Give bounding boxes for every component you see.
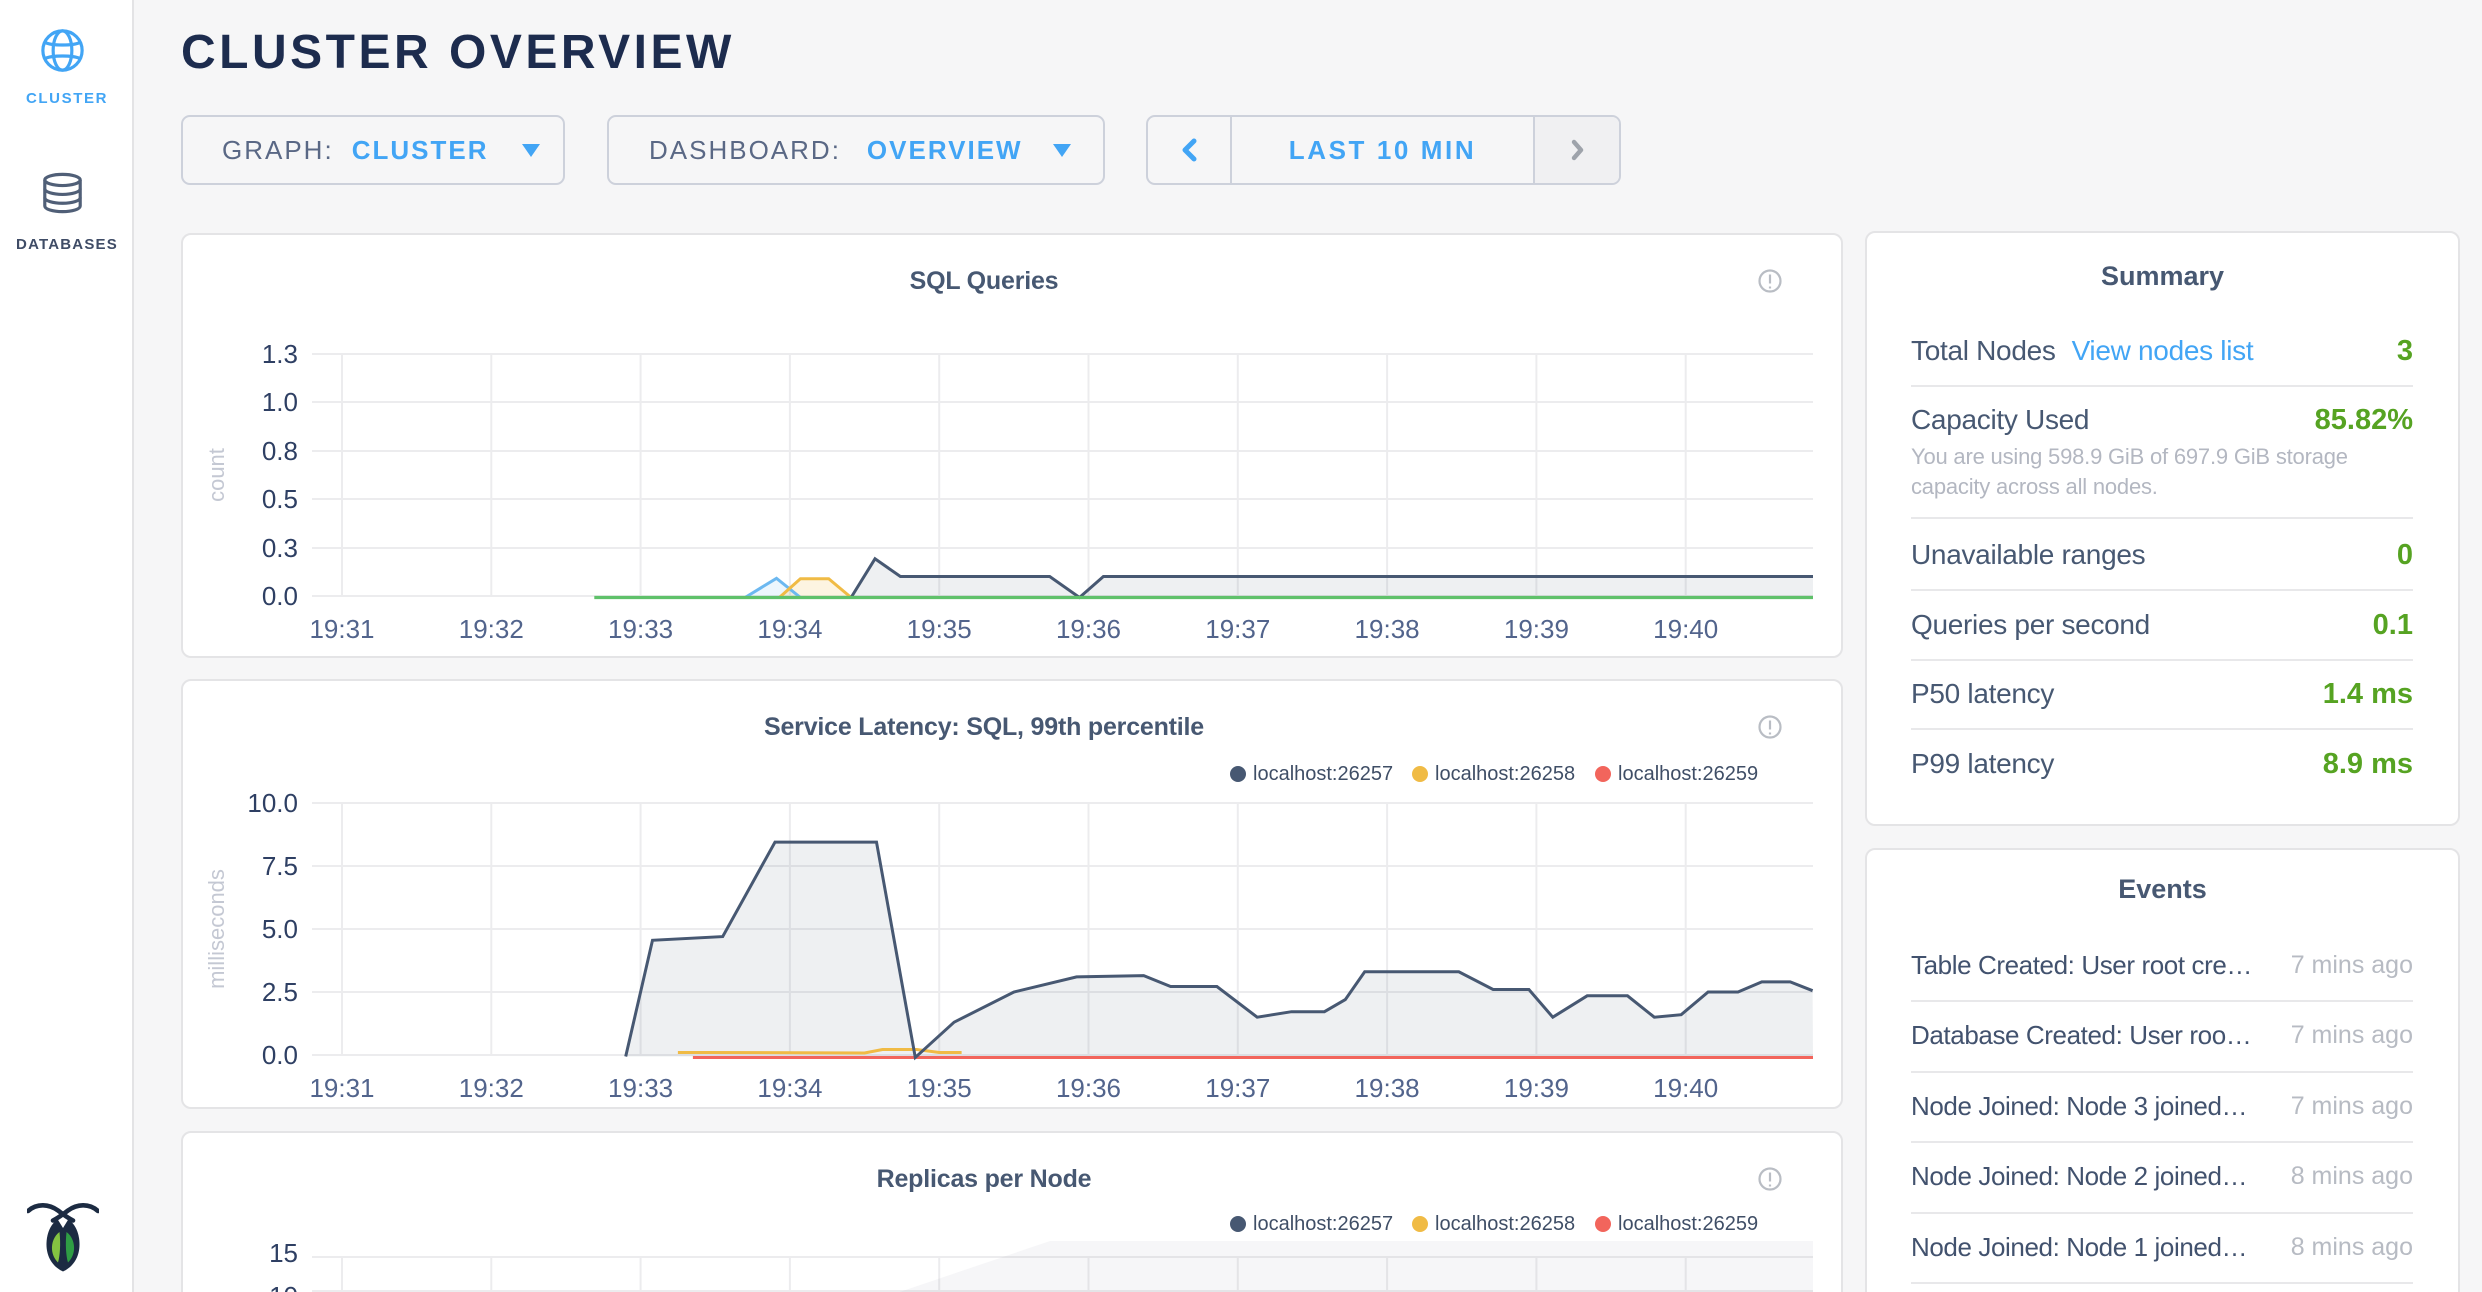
svg-text:0.5: 0.5 <box>262 484 298 514</box>
svg-text:5.0: 5.0 <box>262 914 298 944</box>
svg-text:19:40: 19:40 <box>1653 614 1718 644</box>
svg-text:19:39: 19:39 <box>1504 614 1569 644</box>
svg-text:1.3: 1.3 <box>262 339 298 369</box>
svg-text:localhost:26259: localhost:26259 <box>1618 763 1758 785</box>
svg-text:19:38: 19:38 <box>1355 1073 1420 1103</box>
svg-text:milliseconds: milliseconds <box>204 869 229 989</box>
svg-text:localhost:26257: localhost:26257 <box>1253 763 1393 785</box>
svg-text:0.0: 0.0 <box>262 581 298 611</box>
svg-text:19:39: 19:39 <box>1504 1073 1569 1103</box>
svg-text:15: 15 <box>269 1238 298 1268</box>
svg-text:19:33: 19:33 <box>608 1073 673 1103</box>
svg-text:0.3: 0.3 <box>262 533 298 563</box>
svg-text:19:37: 19:37 <box>1205 1073 1270 1103</box>
svg-text:2.5: 2.5 <box>262 977 298 1007</box>
svg-text:Service Latency: SQL, 99th per: Service Latency: SQL, 99th percentile <box>764 713 1204 741</box>
svg-text:0.0: 0.0 <box>262 1040 298 1070</box>
svg-text:10.0: 10.0 <box>247 788 298 818</box>
svg-text:19:33: 19:33 <box>608 614 673 644</box>
svg-text:localhost:26258: localhost:26258 <box>1435 763 1575 785</box>
svg-text:count: count <box>204 448 229 502</box>
svg-text:19:34: 19:34 <box>757 1073 822 1103</box>
svg-text:19:36: 19:36 <box>1056 1073 1121 1103</box>
svg-text:19:32: 19:32 <box>459 614 524 644</box>
svg-text:19:38: 19:38 <box>1355 614 1420 644</box>
svg-text:localhost:26257: localhost:26257 <box>1253 1213 1393 1235</box>
svg-text:19:32: 19:32 <box>459 1073 524 1103</box>
svg-text:localhost:26258: localhost:26258 <box>1435 1213 1575 1235</box>
svg-text:19:40: 19:40 <box>1653 1073 1718 1103</box>
svg-text:19:34: 19:34 <box>757 614 822 644</box>
svg-text:0.8: 0.8 <box>262 436 298 466</box>
svg-text:19:36: 19:36 <box>1056 614 1121 644</box>
svg-text:10: 10 <box>269 1281 298 1292</box>
svg-text:1.0: 1.0 <box>262 387 298 417</box>
svg-text:19:35: 19:35 <box>907 614 972 644</box>
svg-text:19:37: 19:37 <box>1205 614 1270 644</box>
svg-text:localhost:26259: localhost:26259 <box>1618 1213 1758 1235</box>
svg-text:19:31: 19:31 <box>309 1073 374 1103</box>
svg-text:7.5: 7.5 <box>262 851 298 881</box>
svg-text:SQL Queries: SQL Queries <box>910 267 1059 295</box>
svg-text:Replicas per Node: Replicas per Node <box>877 1165 1092 1193</box>
svg-text:19:35: 19:35 <box>907 1073 972 1103</box>
svg-text:19:31: 19:31 <box>309 614 374 644</box>
